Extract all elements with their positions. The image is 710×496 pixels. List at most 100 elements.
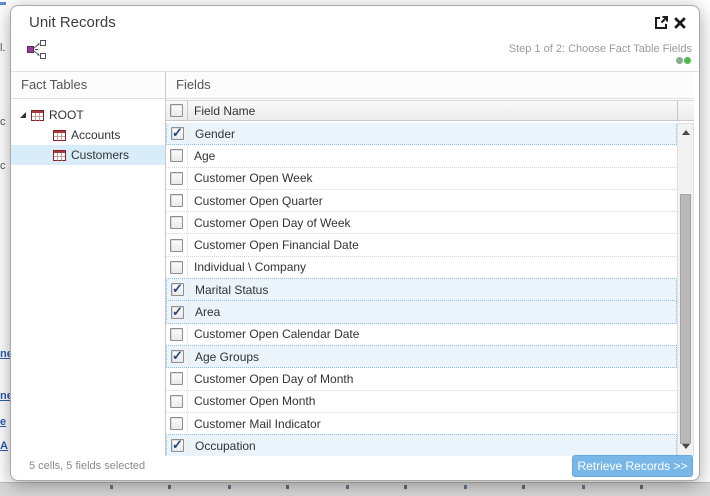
field-label: Age Groups (189, 346, 259, 367)
table-icon (53, 130, 66, 141)
field-row[interactable]: Individual \ Company (166, 257, 677, 279)
scrollbar-down-icon[interactable] (678, 439, 693, 454)
page-bottom-table-edge (0, 482, 710, 496)
field-label: Individual \ Company (188, 257, 306, 278)
field-checkbox-cell (166, 168, 188, 189)
table-icon (53, 150, 66, 161)
field-checkbox[interactable] (170, 172, 183, 185)
background-text-fragment: A (0, 440, 8, 452)
field-checkbox-cell (166, 324, 188, 345)
scrollbar-up-icon[interactable] (678, 125, 693, 140)
field-row[interactable]: Customer Open Day of Month (166, 368, 677, 390)
tree-item-label: Customers (71, 148, 129, 162)
field-checkbox[interactable] (170, 239, 183, 252)
dialog-title: Unit Records (29, 14, 116, 31)
tree-item-customers[interactable]: Customers (11, 145, 165, 165)
field-row[interactable]: Customer Open Week (166, 168, 677, 190)
field-label: Customer Open Week (188, 168, 313, 189)
field-checkbox[interactable] (171, 306, 184, 319)
fields-header: Fields (166, 72, 694, 99)
step-dot (684, 57, 691, 64)
field-checkbox-cell (166, 413, 188, 434)
fact-tables-header: Fact Tables (11, 72, 165, 99)
field-row[interactable]: Customer Mail Indicator (166, 413, 677, 435)
close-icon[interactable] (673, 16, 687, 30)
tree-item-label: ROOT (49, 108, 84, 122)
fact-tables-tree: ROOT Accounts Customers (11, 99, 165, 165)
field-checkbox-cell (166, 234, 188, 255)
step-dots (676, 57, 691, 64)
field-checkbox-cell (166, 391, 188, 412)
field-label: Area (189, 301, 220, 322)
scrollbar-thumb[interactable] (680, 194, 691, 444)
field-label: Customer Open Financial Date (188, 234, 359, 255)
field-checkbox[interactable] (171, 439, 184, 452)
field-row[interactable]: Marital Status (166, 278, 677, 301)
table-icon (31, 110, 44, 121)
field-row[interactable]: Area (166, 300, 677, 323)
fact-tables-panel: Fact Tables ROOT Accounts Customers (11, 72, 166, 456)
field-row[interactable]: Customer Open Financial Date (166, 234, 677, 256)
fields-list: GenderAgeCustomer Open WeekCustomer Open… (166, 123, 694, 456)
field-row[interactable]: Customer Open Month (166, 391, 677, 413)
step-indicator-text: Step 1 of 2: Choose Fact Table Fields (509, 43, 692, 55)
field-checkbox[interactable] (170, 216, 183, 229)
grid-header-spacer (677, 101, 694, 120)
background-text-fragment: c (0, 160, 6, 172)
field-checkbox[interactable] (171, 127, 184, 140)
field-label: Customer Mail Indicator (188, 413, 321, 434)
fact-table-branch-icon[interactable] (26, 39, 47, 65)
field-checkbox[interactable] (170, 261, 183, 274)
retrieve-records-button[interactable]: Retrieve Records >> (572, 455, 693, 477)
scrollbar[interactable] (677, 123, 694, 456)
field-label: Age (188, 145, 215, 166)
field-row[interactable]: Occupation (166, 434, 677, 456)
field-checkbox[interactable] (170, 417, 183, 430)
select-all-checkbox[interactable] (170, 104, 183, 117)
tree-item-label: Accounts (71, 128, 120, 142)
field-label: Customer Open Quarter (188, 190, 323, 211)
field-checkbox[interactable] (170, 194, 183, 207)
background-text-fragment: l. (0, 42, 6, 54)
step-dot (676, 57, 683, 64)
field-row[interactable]: Gender (166, 123, 677, 145)
field-label: Marital Status (189, 279, 268, 300)
unit-records-dialog: Unit Records (10, 5, 700, 481)
field-checkbox[interactable] (171, 283, 184, 296)
dialog-main: Fact Tables ROOT Accounts Customers Fields… (11, 71, 699, 456)
fields-panel: Fields Field Name GenderAgeCustomer Open… (166, 72, 699, 456)
tree-expander-icon[interactable] (20, 112, 26, 118)
field-checkbox[interactable] (171, 350, 184, 363)
field-label: Occupation (189, 435, 256, 456)
field-label: Customer Open Month (188, 391, 315, 412)
field-label: Customer Open Day of Week (188, 212, 351, 233)
field-checkbox[interactable] (170, 149, 183, 162)
field-checkbox[interactable] (170, 372, 183, 385)
field-checkbox-cell (166, 257, 188, 278)
field-checkbox-cell (167, 279, 189, 300)
field-row[interactable]: Customer Open Day of Week (166, 212, 677, 234)
background-text-fragment: e (0, 416, 6, 428)
field-checkbox-cell (167, 123, 189, 144)
selection-status-text: 5 cells, 5 fields selected (29, 460, 145, 472)
field-row[interactable]: Customer Open Calendar Date (166, 324, 677, 346)
fields-grid-header: Field Name (166, 100, 694, 121)
background-text-fragment: c (0, 116, 6, 128)
field-checkbox-cell (167, 435, 189, 456)
field-checkbox[interactable] (170, 328, 183, 341)
field-checkbox-cell (167, 346, 189, 367)
field-name-column-header: Field Name (188, 101, 677, 120)
field-row[interactable]: Customer Open Quarter (166, 190, 677, 212)
popout-icon[interactable] (654, 15, 669, 30)
field-checkbox-cell (166, 368, 188, 389)
field-checkbox-cell (167, 301, 189, 322)
tree-item-root[interactable]: ROOT (11, 105, 165, 125)
field-row[interactable]: Age (166, 145, 677, 167)
field-checkbox[interactable] (170, 395, 183, 408)
field-label: Customer Open Day of Month (188, 368, 353, 389)
field-label: Customer Open Calendar Date (188, 324, 359, 345)
tree-item-accounts[interactable]: Accounts (11, 125, 165, 145)
field-row[interactable]: Age Groups (166, 345, 677, 368)
background-artifact (0, 2, 6, 5)
field-checkbox-cell (166, 212, 188, 233)
